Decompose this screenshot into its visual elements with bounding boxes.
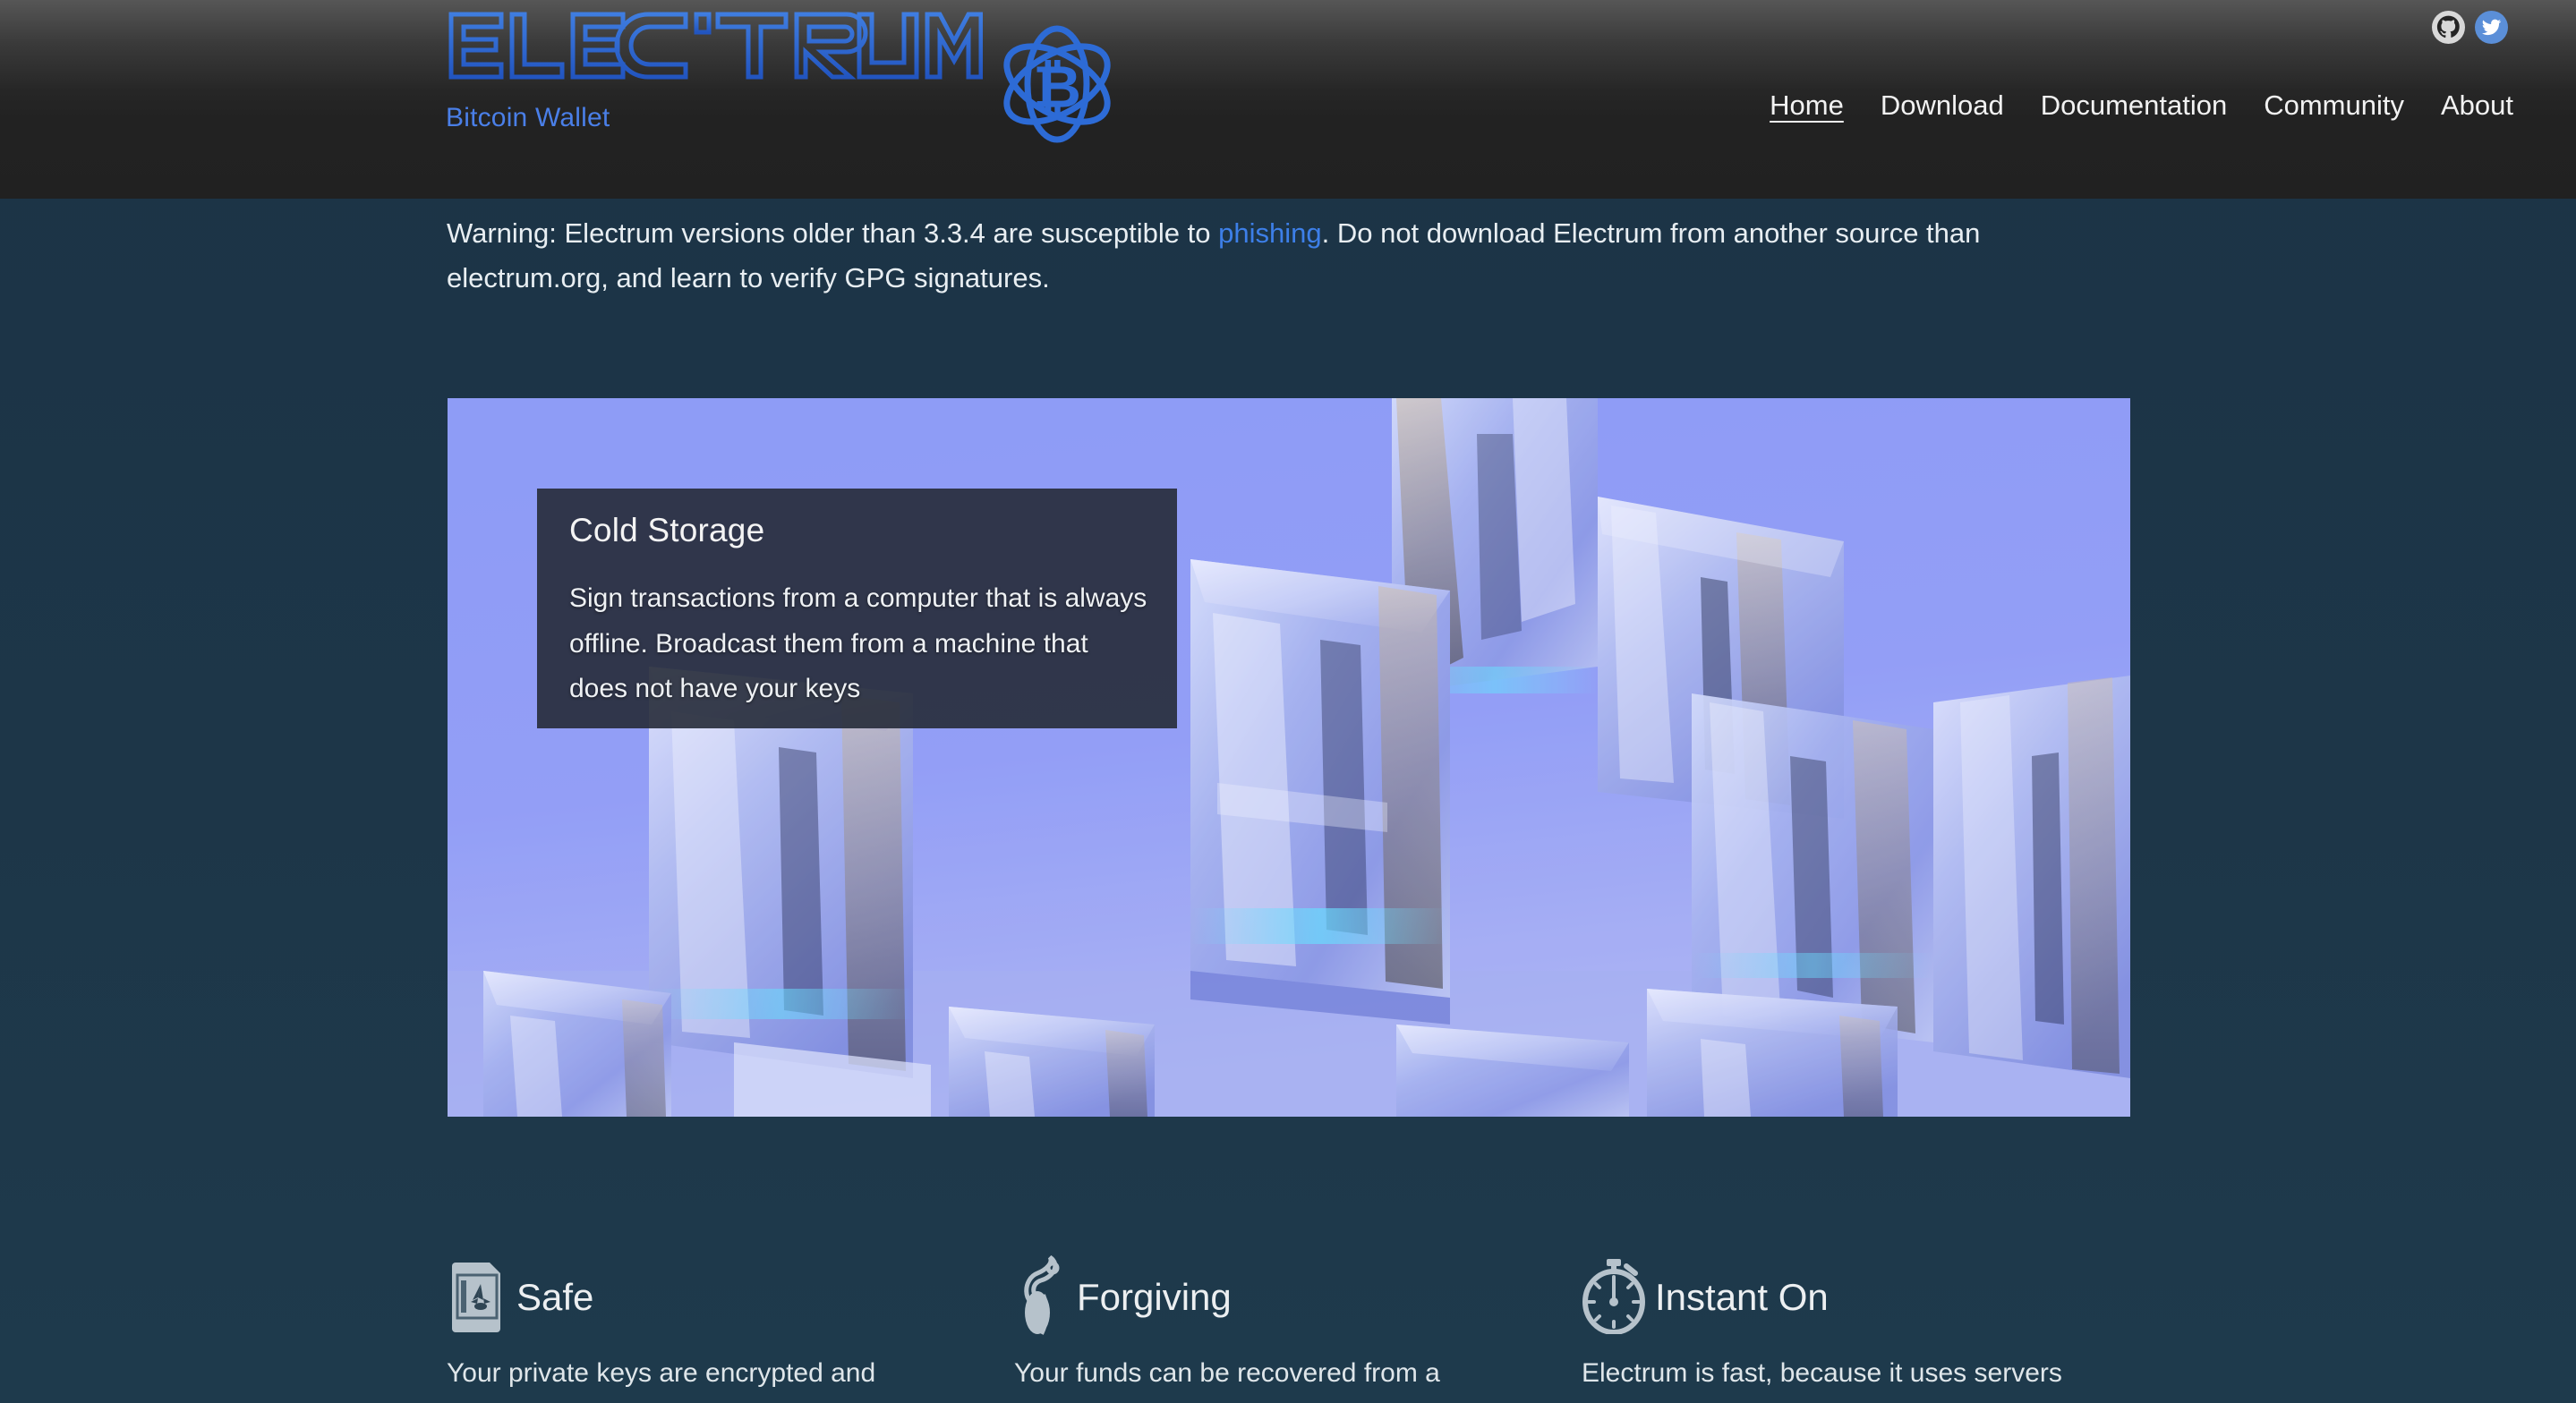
feature-forgiving-description: Your funds can be recovered from a [1014,1358,1440,1388]
atom-bitcoin-icon: ₿ [994,25,1121,148]
nav-link-documentation[interactable]: Documentation [2041,89,2228,124]
nav-link-about[interactable]: About [2441,89,2513,124]
hero-card-description: Sign transactions from a computer that i… [569,583,1147,704]
feature-instant-on-title: Instant On [1655,1276,1829,1318]
feature-instant-on: Instant On Electrum is fast, because it … [1582,1257,2149,1394]
electrum-wordmark [446,5,983,95]
feature-safe-head: Safe [447,1257,1014,1338]
phishing-link[interactable]: phishing [1218,217,1321,249]
feature-safe: Safe Your private keys are encrypted and [447,1257,1014,1394]
seed-sprout-icon [1014,1254,1068,1340]
hero-feature-card: Cold Storage Sign transactions from a co… [537,489,1177,728]
twitter-bird-glyph [2481,19,2502,36]
main-navigation: Home Download Documentation Community Ab… [1770,89,2513,124]
electrum-wordmark-icon [448,12,983,80]
svg-text:₿: ₿ [1033,54,1081,120]
features-section: Safe Your private keys are encrypted and… [447,1254,2228,1394]
stopwatch-icon [1582,1257,1646,1339]
phishing-warning-banner: Warning: Electrum versions older than 3.… [447,199,2067,301]
social-links [2432,11,2508,44]
feature-instant-on-description: Electrum is fast, because it uses server… [1582,1358,2062,1388]
brand-logo[interactable] [446,5,983,95]
safe-vault-icon [447,1257,508,1339]
hero-card-title: Cold Storage [569,512,765,548]
brand-tagline: Bitcoin Wallet [446,103,610,132]
feature-forgiving-head: Forgiving [1014,1254,1582,1340]
feature-safe-description: Your private keys are encrypted and [447,1358,876,1388]
site-header: Bitcoin Wallet ₿ Home Download Documenta… [0,0,2576,199]
feature-instant-on-head: Instant On [1582,1257,2149,1338]
github-icon[interactable] [2432,11,2465,44]
nav-link-home[interactable]: Home [1770,89,1844,124]
github-octocat-glyph [2436,15,2460,38]
feature-safe-title: Safe [516,1276,594,1318]
feature-forgiving-title: Forgiving [1077,1276,1232,1318]
feature-forgiving: Forgiving Your funds can be recovered fr… [1014,1254,1582,1394]
twitter-icon[interactable] [2475,11,2508,44]
warning-text-before: Warning: Electrum versions older than 3.… [447,217,1219,249]
hero-banner: Cold Storage Sign transactions from a co… [448,398,2130,1117]
nav-link-download[interactable]: Download [1881,89,2004,124]
nav-link-community[interactable]: Community [2264,89,2404,124]
